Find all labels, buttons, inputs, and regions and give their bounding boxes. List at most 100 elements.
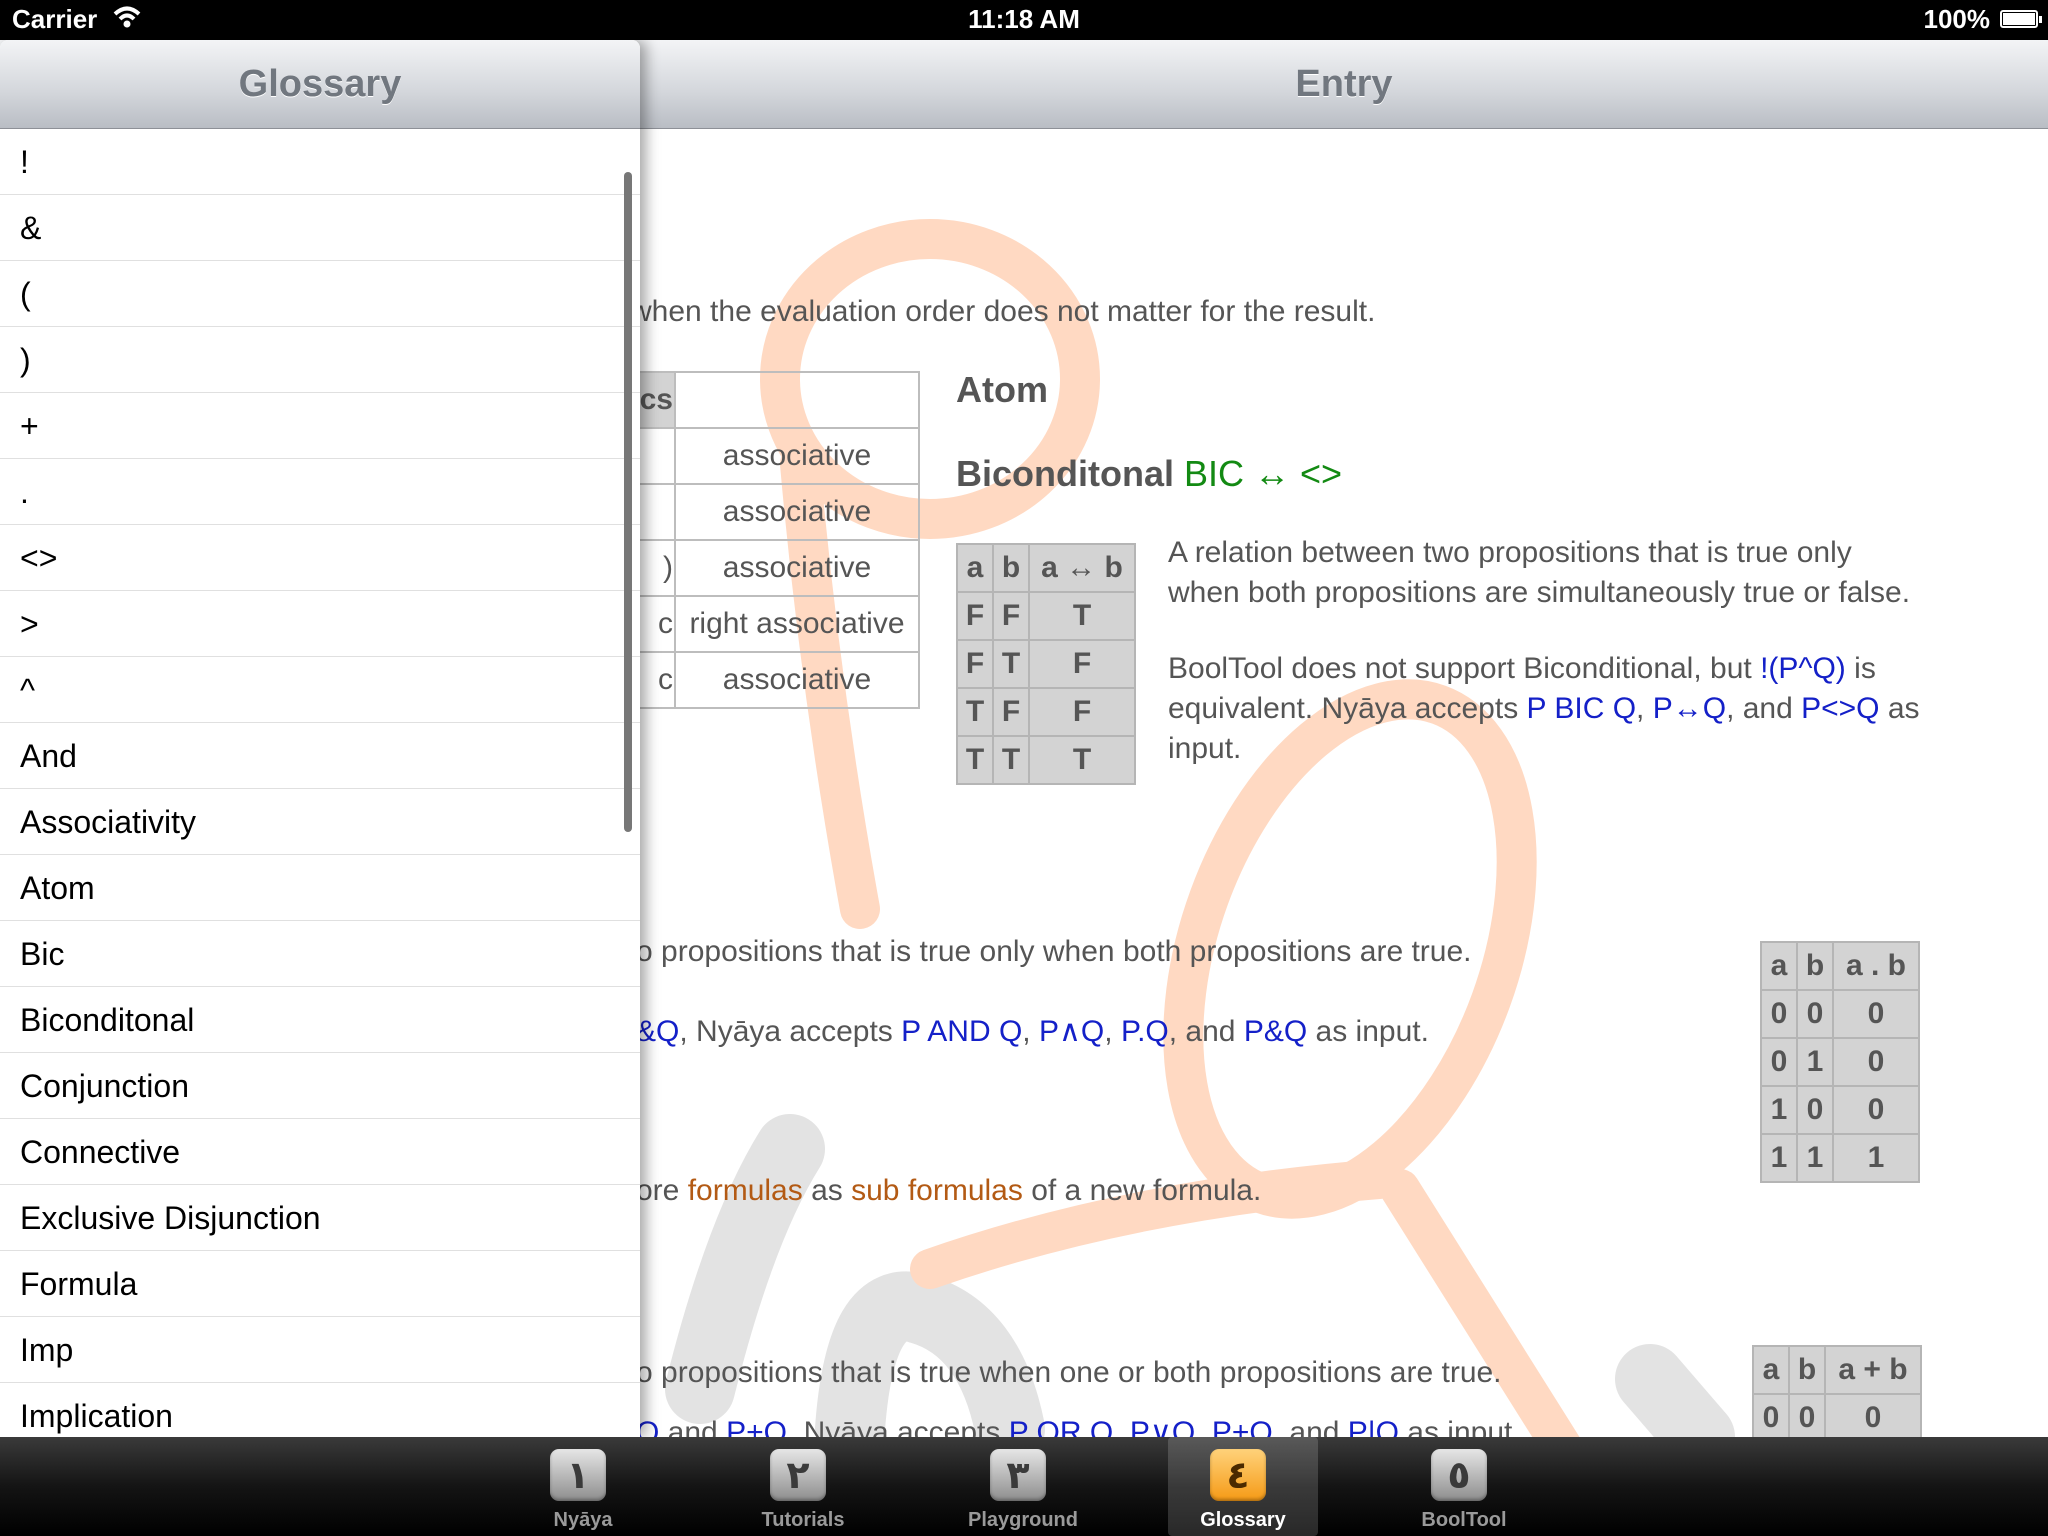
note-text: and [659, 1416, 727, 1437]
glossary-scrollbar[interactable] [624, 172, 632, 832]
link-input-arrow[interactable]: P↔Q [1653, 692, 1726, 725]
tab-playground[interactable]: ٣ Playground [948, 1437, 1098, 1536]
glossary-panel[interactable]: Glossary ! & ( ) + . <> > ^ And Associat… [0, 40, 640, 1437]
note-text: of a new formula. [1022, 1174, 1262, 1207]
table-cell: F [992, 687, 1030, 737]
disjunction-description: o propositions that is true when one or … [636, 1356, 1502, 1389]
table-cell: 0 [1760, 1037, 1798, 1087]
glossary-item-caret[interactable]: ^ [0, 657, 640, 723]
table-header-cell: b [992, 543, 1030, 593]
glossary-item-close-paren[interactable]: ) [0, 327, 640, 393]
glossary-item-implication[interactable]: Implication [0, 1383, 640, 1437]
link-input-wedge[interactable]: P∧Q [1039, 1015, 1104, 1048]
glossary-item-greater-than[interactable]: > [0, 591, 640, 657]
glossary-item-dot[interactable]: . [0, 459, 640, 525]
link-formulas[interactable]: formulas [688, 1174, 803, 1207]
table-cell: F [956, 591, 994, 641]
table-cell: T [992, 735, 1030, 785]
tab-booltool[interactable]: ٥ BoolTool [1389, 1437, 1539, 1536]
glossary-item-open-paren[interactable]: ( [0, 261, 640, 327]
link-input-vee[interactable]: P∨Q [1130, 1416, 1195, 1437]
table-row: FFT [956, 591, 1136, 641]
note-text: , and [1168, 1015, 1244, 1048]
glossary-item-connective[interactable]: Connective [0, 1119, 640, 1185]
glossary-item-imp[interactable]: Imp [0, 1317, 640, 1383]
associativity-description: when the evaluation order does not matte… [630, 295, 1376, 328]
note-text: , [1022, 1015, 1039, 1048]
battery-icon [2000, 10, 2042, 28]
link-input-angle[interactable]: P<>Q [1801, 692, 1879, 725]
tab-icon-nyaya: ١ [550, 1449, 606, 1501]
glossary-item-conjunction[interactable]: Conjunction [0, 1053, 640, 1119]
glossary-item-plus[interactable]: + [0, 393, 640, 459]
status-bar: Carrier 11:18 AM 100% [0, 0, 2048, 40]
conjunction-truth-table: a b a . b 000 010 100 111 [1760, 941, 1920, 1183]
link-input-pipe[interactable]: P|Q [1348, 1416, 1399, 1437]
tab-tutorials[interactable]: ٢ Tutorials [728, 1437, 878, 1536]
table-header-cell [674, 371, 920, 429]
link-disj-plus[interactable]: P+Q [726, 1416, 787, 1437]
disjunction-truth-table: a b a + b 000 [1752, 1345, 1922, 1437]
biconditional-description: A relation between two propositions that… [1168, 536, 1911, 609]
note-text: , [1104, 1015, 1121, 1048]
glossary-item-biconditonal[interactable]: Biconditonal [0, 987, 640, 1053]
table-cell: F [992, 591, 1030, 641]
glossary-item-formula[interactable]: Formula [0, 1251, 640, 1317]
tab-nyaya[interactable]: ١ Nyāya [508, 1437, 658, 1536]
table-row: 000 [1752, 1393, 1922, 1437]
tab-bar: ١ Nyāya ٢ Tutorials ٣ Playground ٤ Gloss… [0, 1437, 2048, 1536]
atom-heading: Atom [956, 369, 1048, 410]
table-cell: associative [674, 427, 920, 485]
glossary-item-associativity[interactable]: Associativity [0, 789, 640, 855]
tab-glossary[interactable]: ٤ Glossary [1168, 1437, 1318, 1536]
glossary-item-and[interactable]: And [0, 723, 640, 789]
glossary-title: Glossary [0, 40, 640, 129]
note-text: . Nyāya accepts [786, 1416, 1009, 1437]
note-text: , Nyāya accepts [679, 1015, 902, 1048]
note-text: as input. [1307, 1015, 1429, 1048]
link-sub-formulas[interactable]: sub formulas [851, 1174, 1023, 1207]
table-cell: 0 [1824, 1393, 1922, 1437]
note-text: , [1636, 692, 1653, 725]
link-input-plus[interactable]: P+Q [1212, 1416, 1273, 1437]
tab-label-nyaya: Nyāya [553, 1509, 613, 1531]
table-header-row: a b a . b [1760, 941, 1920, 991]
glossary-item-atom[interactable]: Atom [0, 855, 640, 921]
table-cell: T [992, 639, 1030, 689]
tab-icon-glossary: ٤ [1210, 1449, 1266, 1501]
table-header-row: a b a + b [1752, 1345, 1922, 1395]
link-conj-and[interactable]: &Q [636, 1015, 679, 1048]
link-equivalent-formula[interactable]: !(P^Q) [1760, 652, 1846, 685]
glossary-item-angle-brackets[interactable]: <> [0, 525, 640, 591]
table-row: FTF [956, 639, 1136, 689]
glossary-item-ampersand[interactable]: & [0, 195, 640, 261]
tab-icon-tutorials: ٢ [770, 1449, 826, 1501]
tab-label-booltool: BoolTool [1421, 1509, 1507, 1531]
link-input-or[interactable]: P OR Q [1009, 1416, 1113, 1437]
table-cell: 0 [1752, 1393, 1790, 1437]
connective-description: ore formulas as sub formulas of a new fo… [636, 1174, 1261, 1208]
table-header-cell: a + b [1824, 1345, 1922, 1395]
conjunction-description: o propositions that is true only when bo… [636, 935, 1472, 968]
biconditional-heading: Biconditonal BIC ↔ <> [956, 453, 1342, 495]
link-input-ampersand[interactable]: P&Q [1244, 1015, 1307, 1048]
link-input-dot[interactable]: P.Q [1121, 1015, 1169, 1048]
tab-label-glossary: Glossary [1200, 1509, 1286, 1531]
glossary-item-bic[interactable]: Bic [0, 921, 640, 987]
table-header-cell: a [1760, 941, 1798, 991]
glossary-item-exclamation[interactable]: ! [0, 129, 640, 195]
table-cell: 0 [1832, 1037, 1920, 1087]
glossary-list[interactable]: ! & ( ) + . <> > ^ And Associativity Ato… [0, 129, 640, 1437]
table-cell: 0 [1760, 989, 1798, 1039]
table-cell: 1 [1796, 1037, 1834, 1087]
disjunction-input-note: Q and P+Q. Nyāya accepts P OR Q, P∨Q, P+… [636, 1415, 1521, 1437]
link-input-and[interactable]: P AND Q [901, 1015, 1022, 1048]
table-row: 010 [1760, 1037, 1920, 1087]
link-input-bic[interactable]: P BIC Q [1527, 692, 1636, 725]
table-cell: 0 [1796, 1085, 1834, 1135]
glossary-item-exclusive-disjunction[interactable]: Exclusive Disjunction [0, 1185, 640, 1251]
table-header-cell: a ↔ b [1028, 543, 1136, 593]
table-cell: 1 [1796, 1133, 1834, 1183]
table-cell: T [1028, 735, 1136, 785]
note-text: BoolTool does not support Biconditional,… [1168, 652, 1761, 685]
